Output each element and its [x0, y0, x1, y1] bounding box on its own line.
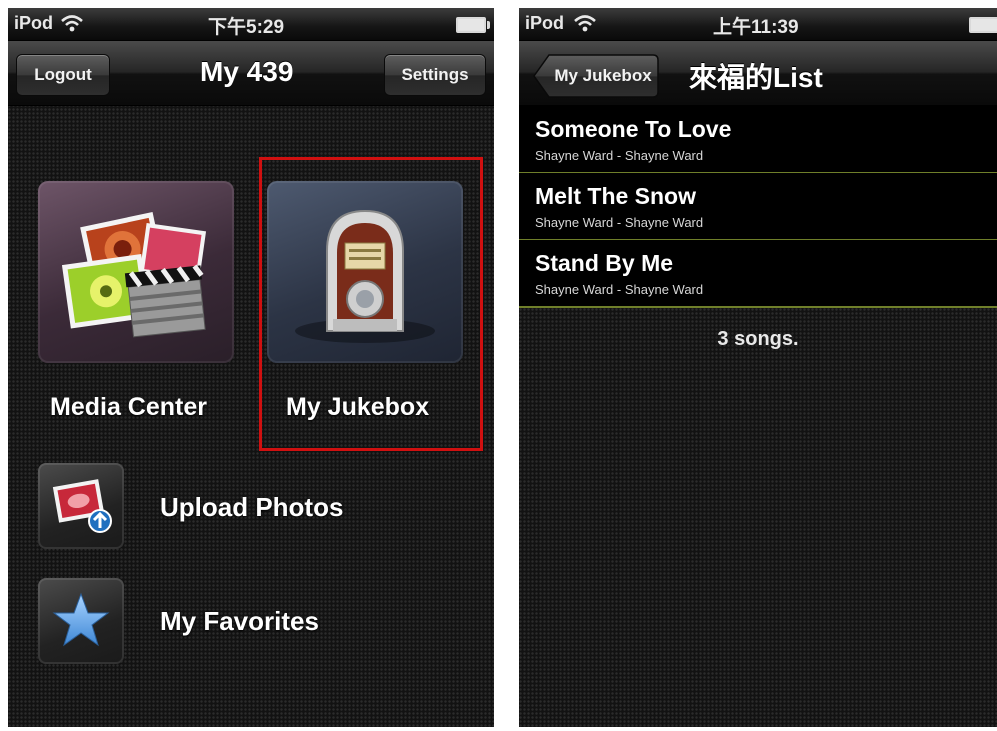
song-row[interactable]: Melt The Snow Shayne Ward - Shayne Ward [519, 173, 997, 241]
right-screen: iPod 上午11:39 My Jukebox 來福的List Someone … [519, 8, 997, 727]
status-bar: iPod 上午11:39 [519, 8, 997, 41]
my-favorites-button[interactable] [38, 578, 124, 664]
song-artist: Shayne Ward - Shayne Ward [535, 148, 704, 163]
song-row[interactable]: Stand By Me Shayne Ward - Shayne Ward [519, 240, 997, 308]
page-title: My 439 [200, 56, 294, 87]
song-title: Someone To Love [535, 116, 732, 142]
battery-icon [456, 17, 490, 33]
media-center-tile[interactable] [38, 181, 234, 363]
song-artist: Shayne Ward - Shayne Ward [535, 282, 704, 297]
navigation-bar: My Jukebox 來福的List [519, 41, 997, 106]
upload-photos-icon [52, 479, 112, 533]
upload-photos-label[interactable]: Upload Photos [160, 492, 343, 523]
song-title: Stand By Me [535, 250, 674, 276]
song-row[interactable]: Someone To Love Shayne Ward - Shayne War… [519, 106, 997, 174]
songs-count: 3 songs. [717, 328, 799, 350]
song-title: Melt The Snow [535, 183, 696, 209]
selection-highlight [259, 157, 483, 451]
media-center-icon [61, 212, 207, 338]
star-icon [52, 592, 110, 647]
settings-button[interactable]: Settings [384, 54, 486, 96]
my-favorites-label[interactable]: My Favorites [160, 606, 319, 637]
wifi-icon [61, 15, 83, 32]
navigation-bar: Logout My 439 Settings [8, 41, 494, 106]
page-title: 來福的List [689, 62, 823, 93]
back-button[interactable]: My Jukebox [533, 54, 659, 98]
upload-photos-button[interactable] [38, 463, 124, 549]
status-time: 下午5:29 [208, 17, 285, 38]
status-time: 上午11:39 [713, 17, 799, 38]
carrier-label: iPod [14, 13, 53, 33]
wifi-icon [574, 15, 596, 32]
left-screen: iPod 下午5:29 Logout My 439 Settings Media… [8, 8, 494, 727]
carrier-label: iPod [525, 13, 564, 33]
status-bar: iPod 下午5:29 [8, 8, 494, 41]
logout-button[interactable]: Logout [16, 54, 110, 96]
back-button-label: My Jukebox [554, 66, 652, 85]
media-center-label: Media Center [50, 393, 207, 421]
battery-icon [969, 17, 997, 33]
song-artist: Shayne Ward - Shayne Ward [535, 215, 704, 230]
